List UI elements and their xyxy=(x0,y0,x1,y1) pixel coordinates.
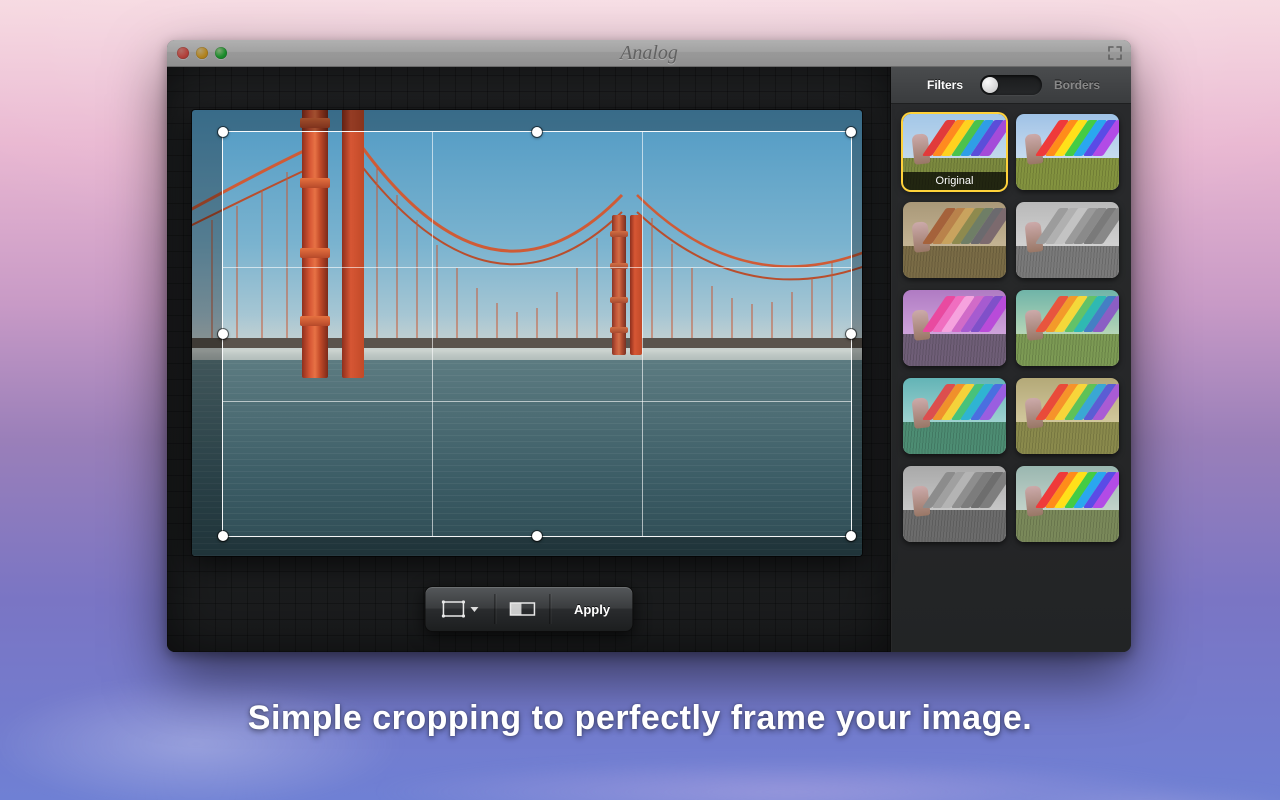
tab-filters[interactable]: Filters xyxy=(910,78,980,92)
toolbar-separator xyxy=(494,594,495,624)
crop-handle[interactable] xyxy=(846,329,856,339)
toggle-knob xyxy=(982,77,998,93)
crop-free-icon[interactable] xyxy=(433,594,484,624)
crop-handle[interactable] xyxy=(218,329,228,339)
crop-handle[interactable] xyxy=(846,127,856,137)
window-controls xyxy=(177,47,227,59)
filter-thumb-warm[interactable] xyxy=(1016,378,1119,454)
filter-thumb-bw[interactable] xyxy=(1016,202,1119,278)
crop-handle[interactable] xyxy=(846,531,856,541)
app-title: Analog xyxy=(167,42,1131,65)
filter-thumb-magenta[interactable] xyxy=(903,290,1006,366)
filter-preview xyxy=(1016,378,1119,454)
crop-toolbar: Apply xyxy=(424,586,633,632)
filter-preview xyxy=(1016,202,1119,278)
filter-preview xyxy=(1016,290,1119,366)
tabs-toggle[interactable] xyxy=(980,75,1042,95)
filter-preview xyxy=(903,466,1006,542)
filter-list[interactable]: Original xyxy=(891,104,1131,652)
sidebar: Filters Borders Original xyxy=(890,67,1131,652)
filter-thumb-cross[interactable] xyxy=(1016,290,1119,366)
filter-thumb-teal[interactable] xyxy=(903,378,1006,454)
crop-gridline xyxy=(432,132,433,536)
filter-preview xyxy=(903,202,1006,278)
sidebar-tabs: Filters Borders xyxy=(891,67,1131,104)
filter-thumb-original[interactable]: Original xyxy=(903,114,1006,190)
close-icon[interactable] xyxy=(177,47,189,59)
apply-button-label: Apply xyxy=(574,602,610,617)
crop-selection[interactable] xyxy=(222,131,852,537)
filter-preview xyxy=(903,378,1006,454)
filter-thumb-rainbow2[interactable] xyxy=(1016,466,1119,542)
chevron-down-icon xyxy=(470,607,478,612)
crop-gridline xyxy=(223,401,851,402)
crop-gridline xyxy=(642,132,643,536)
zoom-icon[interactable] xyxy=(215,47,227,59)
apply-button[interactable]: Apply xyxy=(560,594,624,624)
toolbar-separator xyxy=(549,594,550,624)
content-area: Apply Filters Borders O xyxy=(167,67,1131,652)
filter-thumb-sepia[interactable] xyxy=(903,202,1006,278)
photo-canvas[interactable] xyxy=(192,110,862,556)
aspect-ratio-icon[interactable] xyxy=(505,594,539,624)
titlebar: Analog xyxy=(167,40,1131,67)
crop-handle[interactable] xyxy=(532,531,542,541)
minimize-icon[interactable] xyxy=(196,47,208,59)
filter-thumb-label: Original xyxy=(903,172,1006,190)
filter-preview xyxy=(903,290,1006,366)
filter-thumb-vivid[interactable] xyxy=(1016,114,1119,190)
crop-handle[interactable] xyxy=(218,127,228,137)
tab-borders[interactable]: Borders xyxy=(1042,78,1112,92)
fullscreen-icon[interactable] xyxy=(1107,45,1123,61)
filter-preview xyxy=(1016,466,1119,542)
crop-handle[interactable] xyxy=(532,127,542,137)
crop-gridline xyxy=(223,267,851,268)
crop-handle[interactable] xyxy=(218,531,228,541)
filter-preview xyxy=(1016,114,1119,190)
app-window: Analog xyxy=(167,40,1131,652)
marketing-tagline: Simple cropping to perfectly frame your … xyxy=(0,699,1280,738)
canvas-area: Apply xyxy=(167,67,890,652)
filter-thumb-noir[interactable] xyxy=(903,466,1006,542)
